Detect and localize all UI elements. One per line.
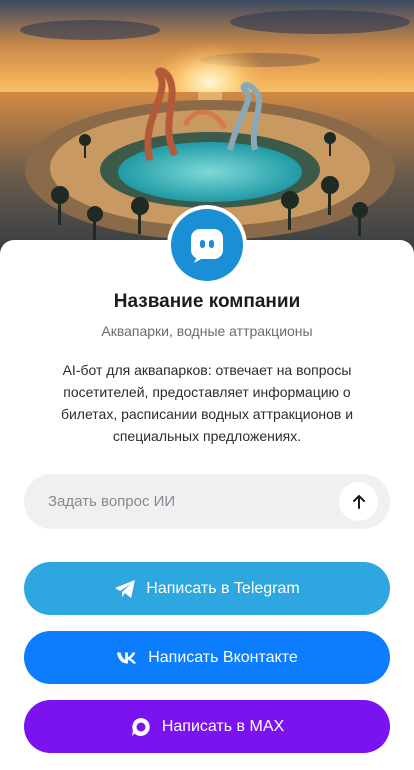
vk-button[interactable]: Написать Вконтакте [24,631,390,684]
max-button-label: Написать в MAX [161,717,285,735]
telegram-button[interactable]: Написать в Telegram [24,562,390,615]
vk-button-label: Написать Вконтакте [148,648,298,666]
telegram-button-label: Написать в Telegram [146,579,300,597]
company-name: Название компании [113,291,301,312]
telegram-icon [114,578,136,600]
vk-icon [116,647,138,669]
company-avatar [167,205,247,285]
bot-icon [171,209,243,281]
arrow-up-icon [352,494,365,509]
ask-ai-field [24,474,390,529]
send-button[interactable] [339,482,378,521]
max-button[interactable]: Написать в MAX [24,700,390,753]
company-description: AI-бот для аквапарков: отвечает на вопро… [60,362,354,444]
max-icon [130,716,152,738]
company-category: Аквапарки, водные аттракционы [101,323,313,339]
ask-ai-input[interactable] [48,493,339,510]
